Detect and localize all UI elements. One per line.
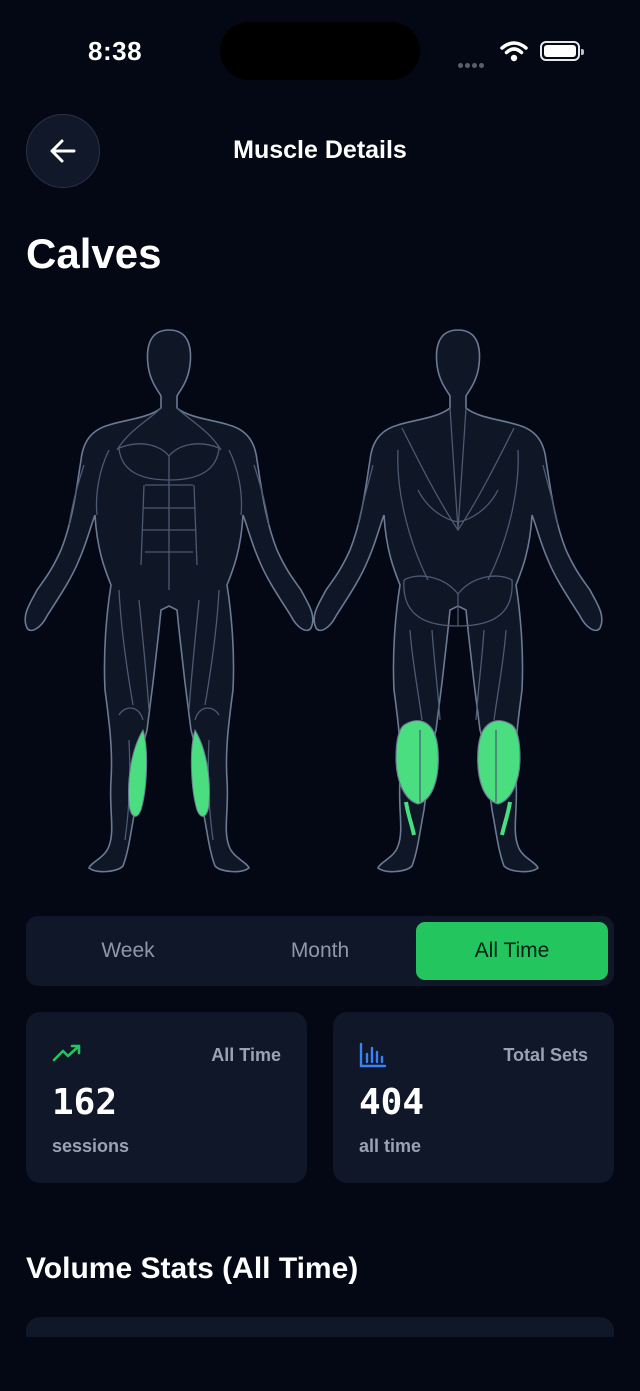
muscle-name-title: Calves bbox=[26, 230, 162, 277]
bar-chart-icon bbox=[359, 1042, 387, 1068]
nav-title: Muscle Details bbox=[233, 136, 407, 164]
tab-week[interactable]: Week bbox=[32, 922, 224, 980]
sessions-stat-card: All Time 162 sessions bbox=[26, 1012, 307, 1183]
stat-value: 404 bbox=[359, 1082, 425, 1123]
status-time: 8:38 bbox=[88, 36, 143, 66]
body-muscle-map bbox=[24, 329, 603, 873]
wifi-icon bbox=[500, 41, 528, 62]
total-sets-stat-card: Total Sets 404 all time bbox=[333, 1012, 614, 1183]
dynamic-island bbox=[220, 22, 420, 80]
volume-stats-title: Volume Stats (All Time) bbox=[26, 1252, 359, 1285]
tab-all-time[interactable]: All Time bbox=[416, 922, 608, 980]
battery-icon bbox=[540, 41, 584, 61]
tab-month[interactable]: Month bbox=[224, 922, 416, 980]
stat-value: 162 bbox=[52, 1082, 118, 1123]
front-body-figure bbox=[24, 329, 314, 873]
stat-label: Total Sets bbox=[503, 1045, 588, 1065]
status-bar: 8:38 bbox=[0, 0, 640, 100]
stat-label: All Time bbox=[211, 1045, 281, 1065]
volume-stats-card bbox=[26, 1317, 614, 1337]
back-body-figure bbox=[313, 329, 603, 873]
stat-sublabel: sessions bbox=[52, 1136, 130, 1156]
cellular-signal-icon bbox=[458, 55, 486, 73]
trending-up-icon bbox=[52, 1044, 81, 1062]
stat-sublabel: all time bbox=[359, 1136, 422, 1156]
time-range-selector: Week Month All Time bbox=[26, 916, 614, 986]
